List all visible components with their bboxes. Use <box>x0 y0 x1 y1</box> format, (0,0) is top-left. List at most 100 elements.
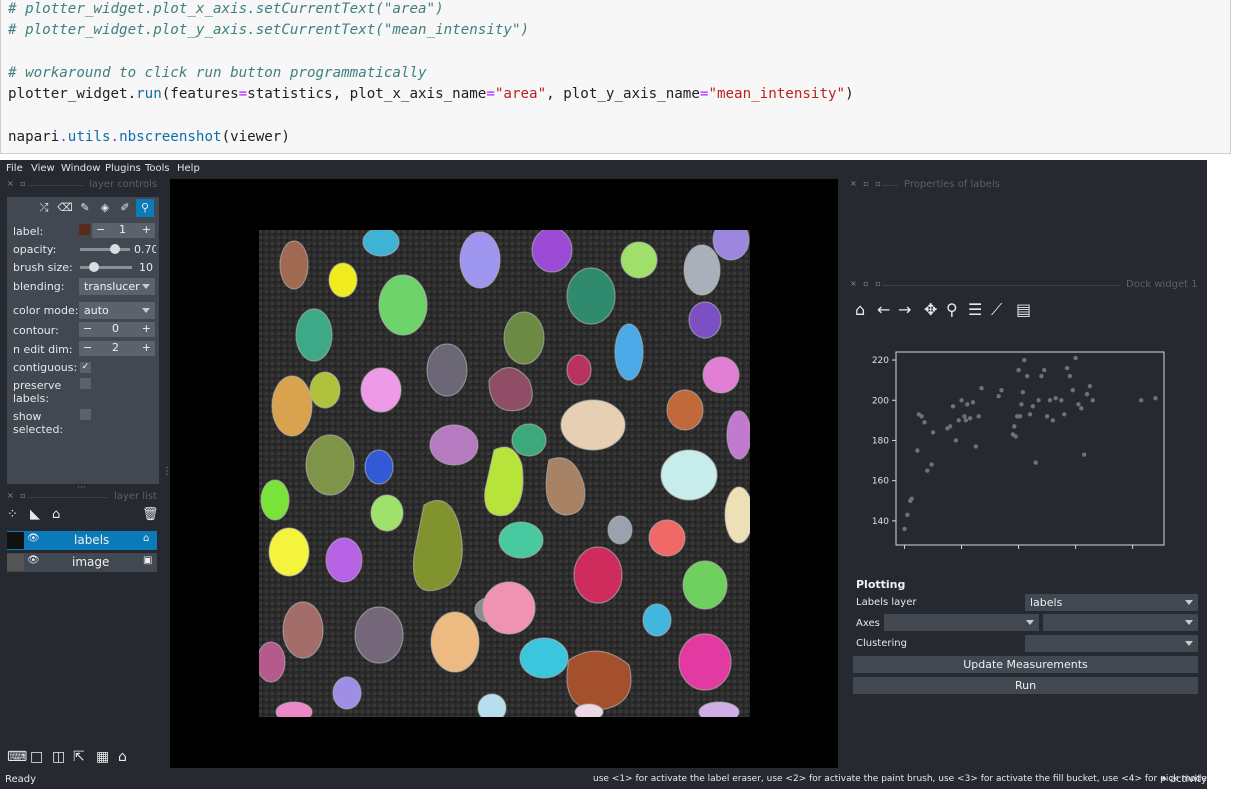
dock-close-float-icon[interactable]: × ▫ <box>7 491 28 500</box>
minus-icon[interactable]: − <box>96 223 105 236</box>
plus-icon[interactable]: + <box>142 341 151 354</box>
clustering-select[interactable] <box>1025 635 1198 652</box>
layer-list-title: layer list <box>114 491 157 502</box>
zoom-icon[interactable]: ⚲ <box>946 302 958 318</box>
label-spinbox[interactable]: − 1 + <box>92 223 155 238</box>
divider <box>882 285 1120 286</box>
layer-row-image[interactable]: 👁 image ▣ <box>7 553 157 572</box>
activity-caret-icon[interactable]: ⏶ <box>1160 774 1167 784</box>
save-figure-icon[interactable]: ▤ <box>1016 302 1031 318</box>
new-shapes-layer-icon[interactable]: ◣ <box>30 507 40 523</box>
scatter-plot[interactable]: 0200400600800140160180200220 <box>852 342 1197 552</box>
plus-icon[interactable]: + <box>142 322 151 335</box>
color-picker-icon[interactable]: ✐ <box>116 199 134 217</box>
menu-file[interactable]: File <box>6 163 23 174</box>
scatter-point <box>1064 365 1070 371</box>
n-edit-dim-spinbox[interactable]: − 2 + <box>79 341 155 356</box>
home-icon[interactable]: ⌂ <box>118 749 127 765</box>
menu-plugins[interactable]: Plugins <box>105 163 141 174</box>
code-token: = <box>238 86 248 102</box>
scatter-point <box>1020 390 1026 395</box>
run-button[interactable]: Run <box>853 677 1198 694</box>
eraser-icon[interactable]: ⌫ <box>56 199 74 217</box>
forward-arrow-icon[interactable]: → <box>898 302 911 318</box>
update-measurements-button[interactable]: Update Measurements <box>853 656 1198 673</box>
show-selected-checkbox[interactable] <box>80 409 91 420</box>
code-line-comment-2: # plotter_widget.plot_y_axis.setCurrentT… <box>8 22 530 38</box>
subplots-config-icon[interactable]: ☰ <box>968 302 982 318</box>
chevron-down-icon <box>1026 620 1034 625</box>
scatter-point <box>1153 396 1158 401</box>
label-color-swatch <box>79 224 90 235</box>
code-token: nbscreenshot <box>119 129 222 145</box>
y-axis-select[interactable] <box>1043 614 1198 631</box>
code-token: . <box>59 129 68 145</box>
new-points-layer-icon[interactable]: ⁘ <box>7 507 18 523</box>
layer-name[interactable]: labels <box>74 533 109 547</box>
contiguous-label: contiguous: <box>13 361 78 374</box>
pan-icon[interactable]: ✥ <box>924 302 937 318</box>
opacity-slider-handle[interactable] <box>110 244 120 254</box>
back-arrow-icon[interactable]: ← <box>877 302 890 318</box>
menu-window[interactable]: Window <box>61 163 100 174</box>
brush-size-slider-handle[interactable] <box>89 262 99 272</box>
color-mode-value: auto <box>84 304 109 317</box>
visibility-eye-icon[interactable]: 👁 <box>27 555 40 566</box>
transpose-icon[interactable]: ⇱ <box>73 749 85 765</box>
x-axis-select[interactable] <box>884 614 1039 631</box>
new-labels-layer-icon[interactable]: ⌂ <box>52 507 60 523</box>
scatter-point <box>925 468 930 473</box>
scatter-point <box>1073 355 1078 361</box>
code-token: run <box>136 86 162 102</box>
minus-icon[interactable]: − <box>83 341 92 354</box>
delete-layer-icon[interactable]: 🗑 <box>142 507 159 523</box>
code-line-comment-1: # plotter_widget.plot_x_axis.setCurrentT… <box>8 1 444 17</box>
splitter-handle[interactable]: ··· <box>77 483 86 493</box>
brush-size-slider[interactable] <box>80 266 132 269</box>
scatter-point <box>962 414 967 419</box>
activity-button[interactable]: activity <box>1170 774 1207 785</box>
plotting-title: Plotting <box>856 578 906 591</box>
scatter-point <box>953 438 959 443</box>
minus-icon[interactable]: − <box>83 322 92 335</box>
menu-view[interactable]: View <box>31 163 55 174</box>
blending-select[interactable]: translucer <box>79 278 155 295</box>
layer-row-labels[interactable]: 👁 labels ⌂ <box>7 531 157 550</box>
menu-tools[interactable]: Tools <box>145 163 170 174</box>
opacity-slider[interactable] <box>80 248 130 251</box>
dock-close-float-icon[interactable]: × ▫ ▫ <box>850 279 883 288</box>
home-icon[interactable]: ⌂ <box>855 302 865 318</box>
console-icon[interactable]: ⌨ <box>7 749 27 765</box>
edit-axes-icon[interactable]: ⟋ <box>991 302 1002 318</box>
shuffle-colors-icon[interactable]: ⤮ <box>35 199 53 217</box>
properties-title: Properties of labels <box>904 179 1000 190</box>
labels-layer-select[interactable]: labels <box>1025 594 1198 611</box>
zoom-pan-icon[interactable]: ⚲ <box>136 199 154 217</box>
opacity-label: opacity: <box>13 243 57 256</box>
roll-dims-icon[interactable]: ◫ <box>52 749 65 765</box>
plot-frame <box>895 351 1165 546</box>
code-token: "mean_intensity" <box>708 86 846 102</box>
dock-close-float-icon[interactable]: × ▫ ▫ <box>850 179 883 188</box>
dock-close-float-icon[interactable]: × ▫ <box>7 179 28 188</box>
fill-bucket-icon[interactable]: ◈ <box>96 199 114 217</box>
scatter-point <box>1062 412 1067 417</box>
menu-help[interactable]: Help <box>177 163 200 174</box>
plus-icon[interactable]: + <box>142 223 151 236</box>
contiguous-checkbox[interactable]: ✓ <box>80 362 91 373</box>
preserve-labels-checkbox[interactable] <box>80 378 91 389</box>
scatter-point <box>959 398 964 403</box>
code-token: utils <box>67 129 111 145</box>
grid-icon[interactable]: ▦ <box>96 749 109 765</box>
ndisplay-toggle-icon[interactable]: □ <box>30 749 43 765</box>
code-cell[interactable]: # plotter_widget.plot_x_axis.setCurrentT… <box>0 0 1231 154</box>
contour-spinbox[interactable]: − 0 + <box>79 322 155 337</box>
scatter-point <box>1059 398 1064 403</box>
labels-image <box>259 230 750 717</box>
scatter-point <box>930 430 936 435</box>
layer-name[interactable]: image <box>72 555 109 569</box>
color-mode-select[interactable]: auto <box>79 302 155 319</box>
visibility-eye-icon[interactable]: 👁 <box>27 533 40 544</box>
paint-brush-icon[interactable]: ✎ <box>76 199 94 217</box>
code-line-screenshot: napari.utils.nbscreenshot(viewer) <box>8 128 290 146</box>
